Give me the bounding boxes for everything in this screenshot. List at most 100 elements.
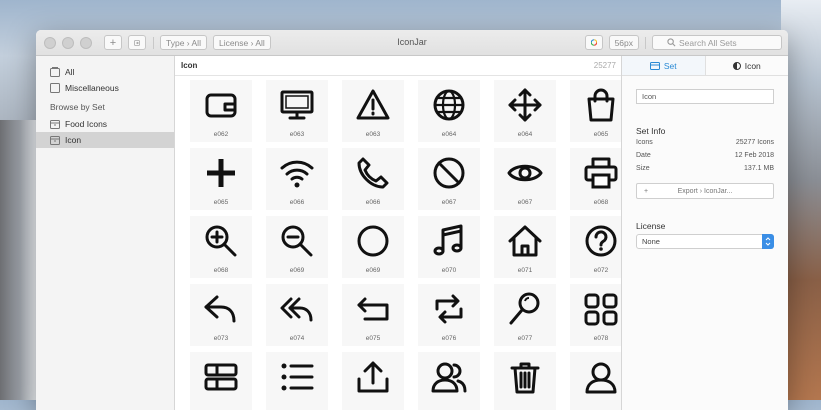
icon-tile[interactable]: e066 (342, 148, 404, 210)
icon-size-button[interactable]: 56px (608, 35, 639, 50)
license-select[interactable]: None (636, 234, 774, 249)
icon-browser-header: Icon 25277 (175, 56, 622, 76)
grid-icon (584, 293, 618, 326)
sidebar-item-icon[interactable]: Icon (36, 132, 174, 148)
info-value: 25277 Icons (735, 139, 774, 146)
icon-code-label: e070 (441, 267, 457, 274)
license-filter-button[interactable]: License › All (212, 35, 271, 50)
export-label: Export › IconJar... (677, 187, 733, 195)
icon-tile[interactable]: e067 (494, 148, 556, 210)
icon-tile[interactable] (190, 352, 252, 410)
add-button[interactable]: + (104, 35, 122, 50)
icon-tab-icon (732, 61, 741, 70)
icon-code-label: e066 (365, 199, 381, 206)
type-filter-button[interactable]: Type › All (160, 35, 207, 50)
icon-tile[interactable]: e069 (342, 216, 404, 278)
minimize-window-button[interactable] (62, 36, 74, 49)
info-row-size: Size 137.1 MB (636, 162, 774, 175)
icon-code-label: e064 (517, 131, 533, 138)
color-picker-button[interactable] (584, 35, 603, 50)
icon-tile[interactable]: e065 (190, 148, 252, 210)
retweet-icon (435, 294, 463, 324)
sidebar-item-food-icons[interactable]: Food Icons (36, 116, 174, 132)
icon-tile[interactable]: e063 (342, 80, 404, 142)
icon-code-label: e069 (289, 267, 305, 274)
icon-tile[interactable]: e069 (266, 216, 328, 278)
icon-tile[interactable]: e076 (418, 284, 480, 346)
icon-tile[interactable] (494, 352, 556, 410)
reply-all-icon (280, 297, 313, 322)
icon-tile[interactable]: e071 (494, 216, 556, 278)
icon-tile[interactable] (266, 352, 328, 410)
icon-tile[interactable]: e064 (418, 80, 480, 142)
home-icon (508, 225, 542, 257)
user-icon (585, 362, 617, 394)
icon-code-label: e073 (213, 335, 229, 342)
icon-tile[interactable]: e077 (494, 284, 556, 346)
sidebar-item-all[interactable]: All (36, 64, 174, 80)
help-icon (585, 225, 617, 257)
title-bar: + Type › All License › All IconJar 56px … (36, 30, 788, 56)
app-window: + Type › All License › All IconJar 56px … (36, 30, 788, 410)
icon-tile[interactable]: e064 (494, 80, 556, 142)
icon-code-label: e067 (517, 199, 533, 206)
export-button[interactable]: + Export › IconJar... (636, 183, 774, 199)
sidebar-item-miscellaneous[interactable]: Miscellaneous (36, 80, 174, 96)
license-value: None (642, 237, 660, 246)
icon-code-label: e063 (365, 131, 381, 138)
icon-tile[interactable]: e063 (266, 80, 328, 142)
icon-code-label: e066 (289, 199, 305, 206)
phone-icon (357, 157, 389, 189)
icon-code-label: e074 (289, 335, 305, 342)
sidebar-item-label: Icon (65, 135, 82, 145)
set-name-field[interactable]: Icon (636, 89, 774, 104)
zoom-out-icon (281, 225, 313, 257)
return-icon (357, 297, 389, 321)
icon-tile[interactable]: e067 (418, 148, 480, 210)
tab-label: Icon (744, 60, 761, 71)
icon-code-label: e069 (365, 267, 381, 274)
zoom-window-button[interactable] (80, 36, 92, 49)
close-window-button[interactable] (44, 36, 56, 49)
reply-icon (204, 295, 236, 323)
info-row-icons: Icons 25277 Icons (636, 136, 774, 149)
eye-icon (507, 164, 543, 182)
monitor-icon (280, 90, 314, 120)
info-key: Date (636, 152, 651, 159)
icon-code-label: e071 (517, 267, 533, 274)
icon-tile[interactable]: e068 (190, 216, 252, 278)
info-key: Size (636, 165, 650, 172)
info-value: 12 Feb 2018 (734, 152, 774, 159)
warning-icon (356, 89, 390, 120)
export-plus: + (644, 187, 649, 195)
trash-icon (510, 362, 540, 394)
inspector-panel: Set Icon Icon Set Info Icons 25277 Icons… (621, 56, 788, 410)
select-arrow (762, 234, 774, 249)
icon-tile[interactable] (418, 352, 480, 410)
set-name-label: Icon (181, 61, 198, 70)
icon-count-label: 25277 (593, 61, 616, 70)
search-input[interactable]: Search All Sets (652, 35, 782, 50)
icon-tile[interactable] (342, 352, 404, 410)
circle-icon (357, 225, 389, 257)
tab-icon[interactable]: Icon (706, 56, 789, 75)
set-icon (50, 119, 60, 129)
color-wheel-icon (590, 39, 597, 46)
icon-tile[interactable]: e062 (190, 80, 252, 142)
users-icon (431, 362, 467, 393)
set-info-heading: Set Info (636, 126, 666, 136)
icon-tile[interactable]: e075 (342, 284, 404, 346)
icon-tile[interactable]: e070 (418, 216, 480, 278)
icon-tile[interactable]: e066 (266, 148, 328, 210)
tab-set[interactable]: Set (622, 56, 706, 75)
ban-icon (433, 157, 465, 189)
music-note-icon (433, 224, 463, 256)
icon-browser: Icon 25277 e062 e063 e063 e064 e064 e065 e065 e… (175, 56, 632, 410)
icon-tile[interactable]: e073 (190, 284, 252, 346)
icon-tile[interactable]: e074 (266, 284, 328, 346)
icon-code-label: e064 (441, 131, 457, 138)
search-icon (667, 38, 676, 47)
set-tab-icon (649, 61, 660, 70)
icon-code-label: e077 (517, 335, 533, 342)
import-button[interactable] (128, 35, 146, 50)
